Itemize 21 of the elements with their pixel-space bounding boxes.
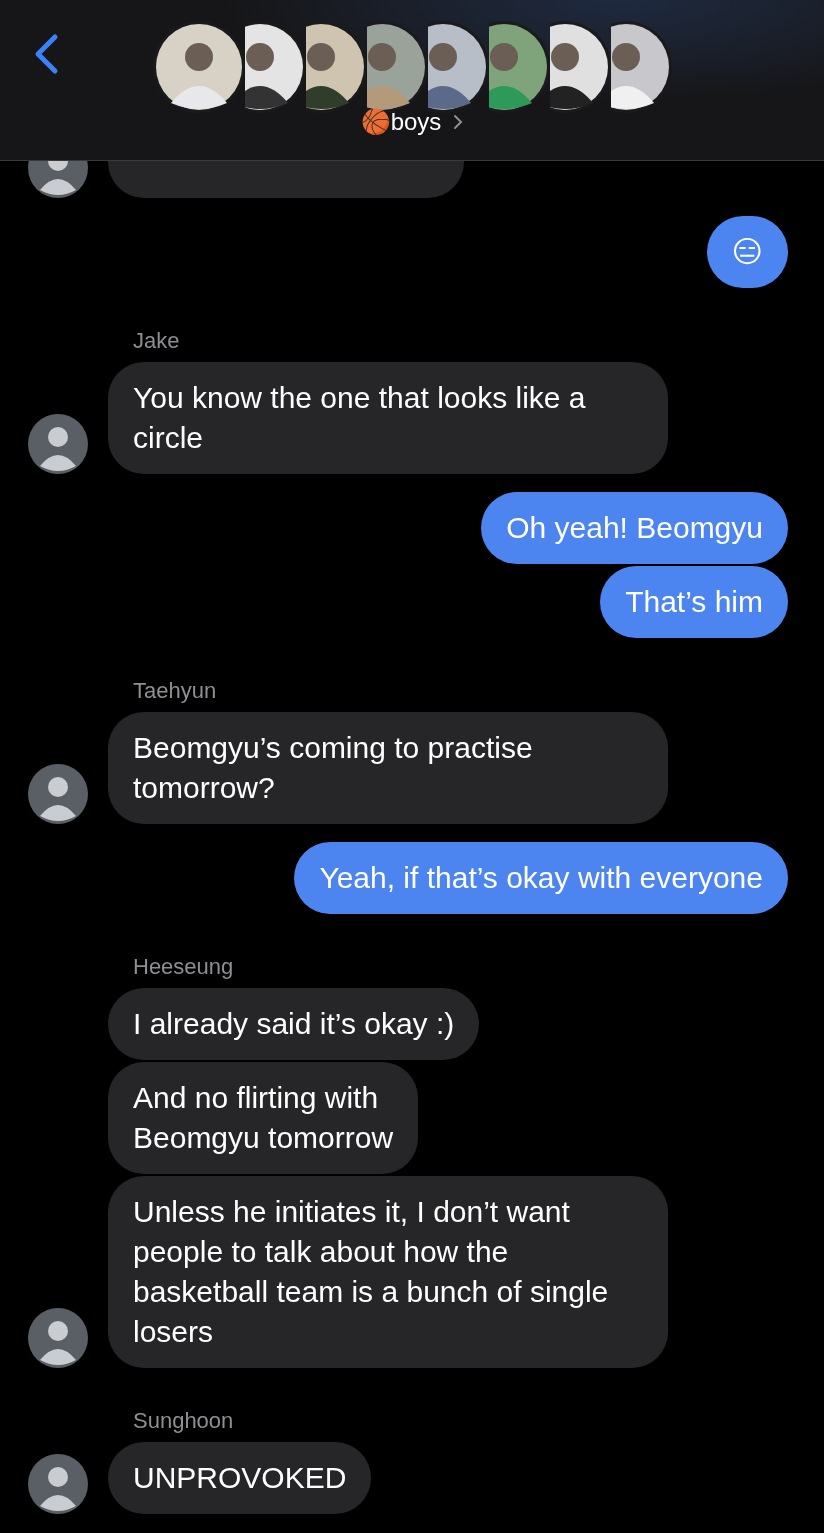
sender-name: Taehyun: [133, 678, 218, 704]
avatar-icon[interactable]: [28, 414, 88, 474]
chevron-icon[interactable]: [453, 114, 464, 130]
back-icon[interactable]: [33, 33, 59, 75]
message-bubble: And no flirting with Beomgyu tomorrow: [108, 1062, 419, 1174]
sender-name: Heeseung: [133, 954, 235, 980]
avatar-icon[interactable]: [28, 1308, 88, 1368]
message-bubble: UNPROVOKED: [108, 1442, 372, 1514]
message-bubble: Beomgyu’s coming to practise tomorrow?: [108, 712, 668, 824]
message-bubble: That’s him: [600, 566, 788, 638]
message-bubble: Unless he initiates it, I don’t want people to talk about how the basketball team is a bunch of single losers: [108, 1176, 668, 1368]
avatar-icon[interactable]: [28, 764, 88, 824]
message-bubble: Oh yeah! Beomgyu: [481, 492, 788, 564]
message-bubble: I already said it’s okay :): [108, 988, 480, 1060]
group-name[interactable]: 🏀boys: [360, 108, 442, 136]
sender-name: Jake: [133, 328, 181, 354]
sender-name: Sunghoon: [133, 1408, 235, 1434]
avatar-icon[interactable]: [28, 1454, 88, 1514]
message-bubble: You know the one that looks like a circle: [108, 362, 668, 474]
message-bubble: 😑: [706, 216, 788, 288]
message-bubble: Yeah, if that’s okay with everyone: [294, 842, 788, 914]
